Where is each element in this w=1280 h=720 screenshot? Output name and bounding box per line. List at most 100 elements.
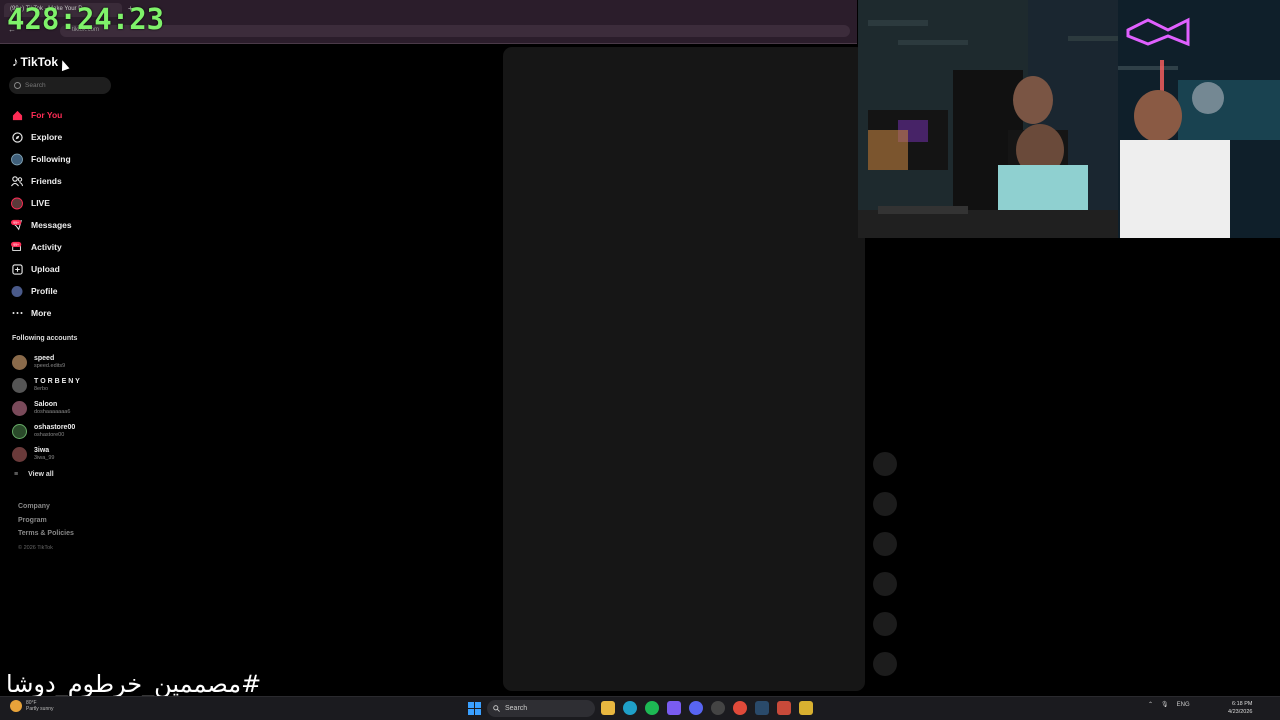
video-player-placeholder[interactable] bbox=[503, 47, 865, 691]
windows-start-icon[interactable] bbox=[468, 702, 481, 715]
nav-item-live[interactable]: LIVE bbox=[11, 192, 72, 214]
share-button[interactable] bbox=[873, 612, 897, 636]
chevron-up-icon[interactable]: ⌃ bbox=[1148, 701, 1153, 708]
chrome-icon[interactable] bbox=[733, 701, 747, 715]
nav-item-activity[interactable]: 99+ Activity bbox=[11, 236, 72, 258]
account-item[interactable]: 3iwa 3iwa_99 bbox=[12, 443, 80, 466]
nav-item-following[interactable]: Following bbox=[11, 148, 72, 170]
nav-item-friends[interactable]: Friends bbox=[11, 170, 72, 192]
like-button[interactable] bbox=[873, 492, 897, 516]
taskbar-search-label: Search bbox=[505, 705, 528, 712]
clock-time: 6:18 PM bbox=[1231, 701, 1253, 707]
address-bar[interactable]: tiktok.com bbox=[60, 25, 850, 37]
nav-label: Explore bbox=[31, 132, 63, 142]
taskbar-search[interactable]: Search bbox=[487, 700, 595, 717]
hashtag-overlay: #مصممين_خرطوم_دوشا bbox=[6, 670, 262, 698]
following-accounts-title: Following accounts bbox=[12, 335, 78, 342]
steam-icon[interactable] bbox=[755, 701, 769, 715]
nav-label: Friends bbox=[31, 176, 62, 186]
account-handle: 3iwa_99 bbox=[34, 455, 55, 461]
nav-label: Profile bbox=[31, 286, 58, 296]
sun-icon bbox=[10, 700, 22, 712]
account-name: Saloon bbox=[34, 401, 58, 408]
search-input[interactable]: Search bbox=[9, 77, 111, 94]
following-accounts-list: speed speed.edits9 T O R B E N Y 8erbo S… bbox=[12, 351, 80, 466]
compass-icon bbox=[11, 131, 23, 143]
nav-item-for-you[interactable]: For You bbox=[11, 104, 72, 126]
nav-item-upload[interactable]: Upload bbox=[11, 258, 72, 280]
nav-label: LIVE bbox=[31, 198, 50, 208]
nav-item-explore[interactable]: Explore bbox=[11, 126, 72, 148]
app-icon[interactable] bbox=[777, 701, 791, 715]
avatar bbox=[12, 424, 27, 439]
taskbar-clock[interactable]: 6:18 PM 4/23/2026 bbox=[1228, 700, 1252, 716]
bookmark-button[interactable] bbox=[873, 572, 897, 596]
more-icon bbox=[11, 307, 23, 319]
messages-icon: 99+ bbox=[11, 219, 23, 231]
avatar bbox=[12, 378, 27, 393]
taskbar-apps bbox=[601, 701, 813, 715]
following-avatar-icon bbox=[11, 153, 23, 165]
account-handle: doshaaaaaaa6 bbox=[34, 409, 71, 415]
nav-item-profile[interactable]: Profile bbox=[11, 280, 72, 302]
mouse-cursor-icon bbox=[58, 58, 70, 72]
tiktok-note-icon: ♪ bbox=[12, 54, 19, 69]
activity-icon: 99+ bbox=[11, 241, 23, 253]
app-icon[interactable] bbox=[799, 701, 813, 715]
nav-label: Upload bbox=[31, 264, 60, 274]
mic-icon[interactable]: 🎙 bbox=[1161, 701, 1169, 708]
upload-icon bbox=[11, 263, 23, 275]
account-item[interactable]: Saloon doshaaaaaaa6 bbox=[12, 397, 80, 420]
footer-link-company[interactable]: Company bbox=[18, 503, 74, 517]
avatar-action-button[interactable] bbox=[873, 452, 897, 476]
weather-desc: Partly sunny bbox=[26, 706, 54, 712]
nav-label: More bbox=[31, 308, 52, 318]
nav-item-messages[interactable]: 99+ Messages bbox=[11, 214, 72, 236]
language-indicator[interactable]: ENG bbox=[1177, 702, 1190, 708]
nav-label: Messages bbox=[31, 220, 72, 230]
messages-badge: 99+ bbox=[13, 221, 19, 225]
view-all-button[interactable]: ≡ View all bbox=[14, 471, 54, 478]
footer-link-terms[interactable]: Terms & Policies bbox=[18, 530, 74, 544]
view-all-label: View all bbox=[28, 471, 54, 478]
account-item[interactable]: oshastore00 oshastore00 bbox=[12, 420, 80, 443]
system-tray: ⌃ 🎙 ENG bbox=[1148, 701, 1190, 709]
stream-timer: 428:24:23 bbox=[7, 2, 165, 36]
tiktok-logo[interactable]: ♪ TikTok bbox=[12, 54, 58, 69]
account-handle: oshastore00 bbox=[34, 432, 65, 438]
file-explorer-icon[interactable] bbox=[601, 701, 615, 715]
weather-widget[interactable]: 80°F Partly sunny bbox=[10, 700, 54, 712]
activity-badge: 99+ bbox=[13, 243, 19, 247]
footer-link-program[interactable]: Program bbox=[18, 517, 74, 531]
search-placeholder: Search bbox=[25, 82, 46, 89]
account-item[interactable]: speed speed.edits9 bbox=[12, 351, 80, 374]
nav-label: Activity bbox=[31, 242, 62, 252]
logo-text: TikTok bbox=[20, 54, 59, 69]
account-handle: speed.edits9 bbox=[34, 363, 66, 369]
account-name: 3iwa bbox=[34, 447, 50, 454]
copyright: © 2026 TikTok bbox=[18, 544, 53, 551]
account-name: speed bbox=[34, 355, 55, 362]
copilot-icon[interactable] bbox=[667, 701, 681, 715]
nav-label: For You bbox=[31, 110, 63, 120]
home-icon bbox=[11, 109, 23, 121]
comment-button[interactable] bbox=[873, 532, 897, 556]
spotify-icon[interactable] bbox=[645, 701, 659, 715]
music-disc-button[interactable] bbox=[873, 652, 897, 676]
account-item[interactable]: T O R B E N Y 8erbo bbox=[12, 374, 80, 397]
avatar bbox=[12, 401, 27, 416]
sidebar-nav: For You Explore Following Friends LIVE 9… bbox=[11, 104, 72, 324]
search-icon bbox=[493, 705, 500, 712]
profile-avatar-icon bbox=[11, 285, 23, 297]
account-name: oshastore00 bbox=[34, 424, 76, 431]
account-handle: 8erbo bbox=[34, 386, 49, 392]
settings-icon[interactable] bbox=[711, 701, 725, 715]
list-icon: ≡ bbox=[14, 471, 19, 478]
live-avatar-icon bbox=[11, 197, 23, 209]
discord-icon[interactable] bbox=[689, 701, 703, 715]
avatar bbox=[12, 355, 27, 370]
search-icon bbox=[14, 82, 21, 89]
sidebar-footer: Company Program Terms & Policies © 2026 … bbox=[18, 503, 74, 551]
edge-icon[interactable] bbox=[623, 701, 637, 715]
nav-item-more[interactable]: More bbox=[11, 302, 72, 324]
